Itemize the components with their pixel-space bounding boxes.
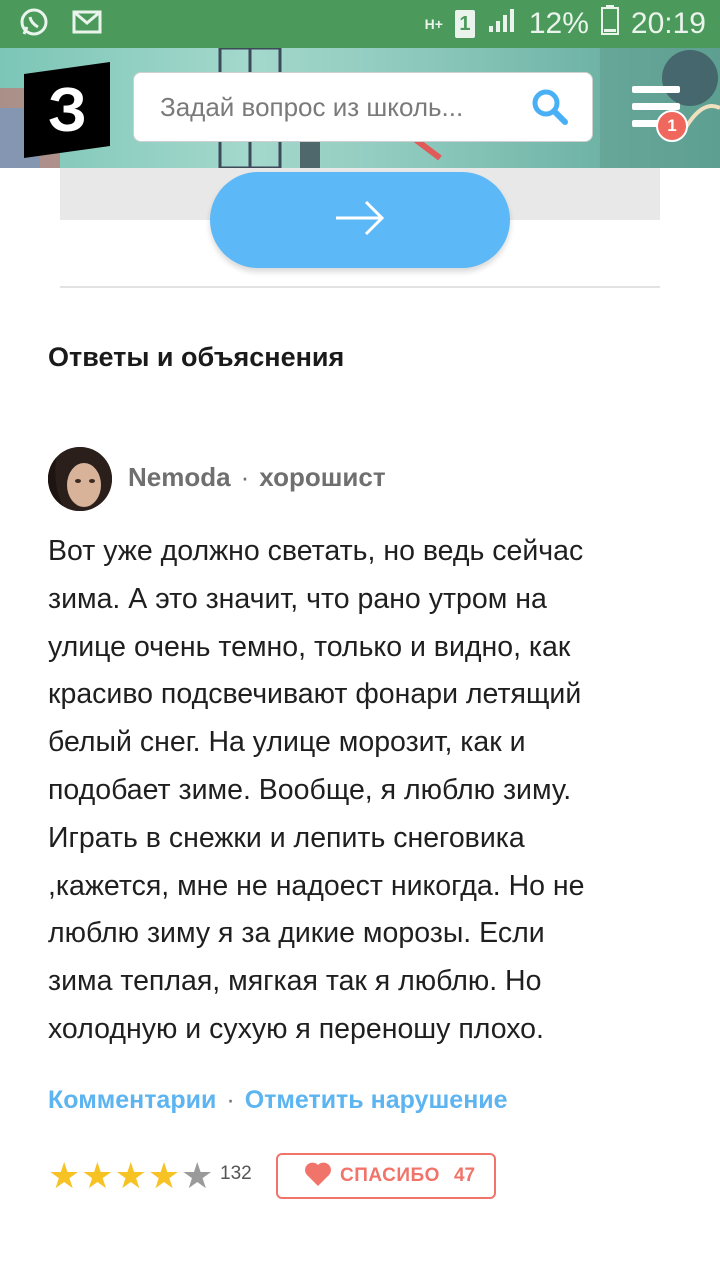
answer-line: Вот уже должно светать, но ведь сейчас — [48, 535, 584, 567]
star-filled-icon[interactable]: ★ — [81, 1158, 113, 1194]
status-bar: H+ 1 12% 20:19 — [0, 0, 720, 48]
thanks-count: 47 — [453, 1165, 476, 1186]
separator-dot: · — [240, 462, 250, 492]
brand-logo[interactable]: З — [24, 61, 110, 159]
site-header: З — [0, 48, 720, 168]
answer-line: Играть в снежки и лепить снеговика — [48, 821, 525, 854]
signal-icon — [487, 6, 517, 42]
answer-line: белый снег. На улице морозит, как и — [48, 726, 526, 759]
star-filled-icon[interactable]: ★ — [48, 1158, 80, 1194]
answer-line: холодную и сухую я переношу плохо. — [48, 1012, 544, 1045]
answer-author: Nemoda · хорошист — [128, 462, 386, 493]
thanks-button[interactable]: СПАСИБО 47 — [276, 1153, 496, 1199]
sim-indicator: 1 — [454, 10, 475, 38]
author-name[interactable]: Nemoda — [128, 462, 231, 492]
mail-icon — [72, 10, 102, 39]
divider — [60, 286, 660, 288]
clock: 20:19 — [630, 7, 706, 40]
search-bar — [133, 72, 593, 142]
whatsapp-icon — [18, 6, 50, 43]
heart-icon — [304, 1161, 332, 1192]
notification-badge: 1 — [656, 110, 688, 142]
search-input[interactable] — [158, 90, 522, 124]
separator-dot: · — [226, 1086, 235, 1114]
answer-text: Вот уже должно светать, но ведь сейчас з… — [48, 528, 668, 1054]
comments-link[interactable]: Комментарии — [48, 1086, 216, 1114]
rating-count: 132 — [220, 1163, 252, 1184]
answers-section-title: Ответы и объяснения — [48, 342, 345, 372]
answer-line: ,кажется, мне не надоест никогда. Но не — [48, 869, 585, 902]
arrow-right-icon — [334, 198, 386, 243]
answer-line: подобает зиме. Вообще, я люблю зиму. — [48, 773, 572, 806]
star-filled-icon[interactable]: ★ — [148, 1158, 180, 1194]
battery-icon — [600, 5, 619, 43]
network-type-indicator: H+ — [424, 16, 443, 32]
report-link[interactable]: Отметить нарушение — [245, 1086, 508, 1114]
sim-slot-number: 1 — [459, 12, 471, 35]
star-filled-icon[interactable]: ★ — [115, 1158, 147, 1194]
answer-line: люблю зиму я за дикие морозы. Если — [48, 917, 545, 950]
star-empty-icon[interactable]: ★ — [181, 1158, 213, 1194]
search-icon[interactable] — [530, 87, 570, 127]
answer-actions: Комментарии · Отметить нарушение — [48, 1086, 508, 1115]
author-rank: хорошист — [259, 462, 386, 492]
answer-line: красиво подсвечивают фонари летящий — [48, 678, 582, 711]
answer-line: улице очень темно, только и видно, как — [48, 630, 571, 663]
answer-submit-button[interactable] — [210, 172, 510, 268]
avatar[interactable] — [48, 447, 112, 511]
brand-logo-letter: З — [47, 75, 87, 145]
rating-stars[interactable]: ★ ★ ★ ★ ★ — [48, 1158, 213, 1194]
battery-percent: 12% — [528, 7, 589, 40]
answer-line: зима теплая, мягкая так я люблю. Но — [48, 965, 542, 998]
thanks-label: СПАСИБО — [340, 1165, 440, 1186]
answer-line: зима. А это значит, что рано утром на — [48, 582, 547, 615]
